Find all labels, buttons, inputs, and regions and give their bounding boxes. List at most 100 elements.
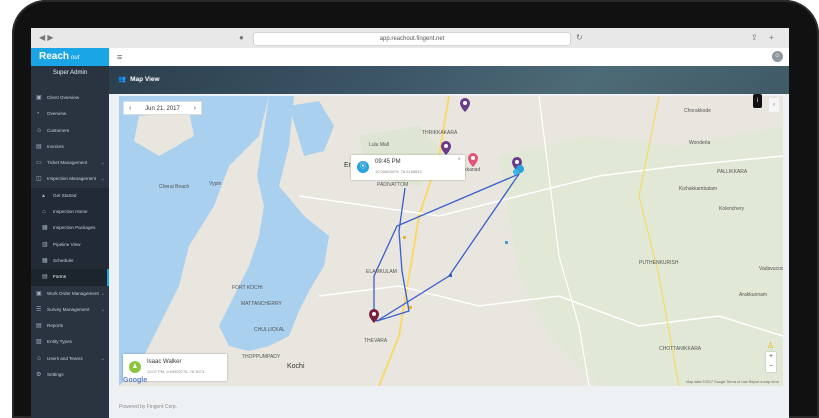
sidebar-item-label: Pipeline View bbox=[53, 241, 81, 247]
app-logo[interactable]: Reach out bbox=[31, 48, 109, 66]
map-label: Cherai Beach bbox=[159, 184, 190, 190]
sidebar-item-overview[interactable]: ◔ Overview bbox=[31, 106, 109, 122]
zoom-out-icon[interactable]: − bbox=[766, 362, 776, 372]
sidebar-item-scheduler[interactable]: ▦ Scheduler bbox=[31, 252, 109, 270]
map-label: Kochi bbox=[287, 363, 305, 370]
close-icon[interactable]: × bbox=[457, 157, 461, 163]
map-base bbox=[119, 96, 783, 386]
sidebar-item-inspection-home[interactable]: ⌂ Inspection Home bbox=[31, 204, 109, 221]
page-header: 👥 Map View bbox=[109, 66, 789, 94]
map-label: Kolenchery bbox=[719, 206, 745, 212]
selected-date: Jun 21, 2017 bbox=[145, 106, 180, 112]
sidebar-item-label: Overview bbox=[47, 111, 67, 117]
sidebar-item-label: Survey Management bbox=[47, 306, 90, 312]
map-label: Wonderla bbox=[689, 140, 711, 146]
map-label: Lulu Mall bbox=[369, 142, 390, 148]
date-picker[interactable]: ‹ Jun 21, 2017 › bbox=[123, 101, 202, 115]
zoom-control[interactable]: + − bbox=[766, 352, 776, 372]
sidebar-item-get-started[interactable]: ▴ Get Started bbox=[31, 187, 109, 205]
reload-icon[interactable]: ↻ bbox=[576, 32, 583, 44]
reports-icon: ▤ bbox=[36, 323, 42, 330]
ticket-icon: ▭ bbox=[36, 160, 42, 167]
rocket-icon: ▴ bbox=[42, 192, 46, 199]
sidebar-item-reports[interactable]: ▤ Reports bbox=[31, 318, 109, 334]
info-handle-icon[interactable]: i bbox=[753, 94, 762, 108]
prev-date-icon[interactable]: ‹ bbox=[129, 102, 131, 116]
gear-icon: ⚙ bbox=[36, 372, 42, 379]
user-name: Isaac Walker bbox=[147, 359, 182, 365]
sidebar-item-client-overview[interactable]: ▣ Client Overview bbox=[31, 90, 109, 106]
map-pin-icon[interactable] bbox=[460, 98, 470, 112]
menu-icon[interactable]: ≡ bbox=[117, 52, 122, 62]
map-label: PADIVATTOM bbox=[377, 182, 409, 188]
screen: ◀ ▶ ● app.reachout.fingent.net ↻ ⇪ + Rea… bbox=[31, 28, 789, 418]
sidebar-item-label: Reports bbox=[47, 323, 64, 329]
chevron-down-icon: ⌄ bbox=[100, 306, 105, 313]
poi-marker bbox=[403, 236, 406, 239]
forms-icon: ▤ bbox=[42, 274, 48, 281]
pipeline-icon: ▥ bbox=[42, 241, 48, 248]
sidebar-item-work-order-management[interactable]: ▣ Work Order Management ⌄ bbox=[31, 286, 109, 302]
street-view-icon[interactable]: ♙ bbox=[767, 341, 774, 350]
sidebar-item-label: Customers bbox=[47, 127, 70, 133]
sidebar-item-label: Inspection Packages bbox=[53, 225, 96, 231]
sidebar-item-pipeline-view[interactable]: ▥ Pipeline View bbox=[31, 236, 109, 253]
sidebar-item-label: Scheduler bbox=[53, 257, 74, 263]
sidebar-item-invoices[interactable]: ▤ Invoices bbox=[31, 139, 109, 155]
map-attribution[interactable]: Map data ©2017 Google Terms of Use Repor… bbox=[686, 380, 779, 384]
island bbox=[219, 221, 249, 256]
share-icon[interactable]: ⇪ bbox=[751, 32, 758, 44]
users-icon: ☺ bbox=[36, 127, 43, 134]
chevron-down-icon: ⌄ bbox=[100, 290, 105, 297]
map-label: ELAMKULAM bbox=[366, 269, 397, 275]
page-title: Map View bbox=[130, 76, 160, 83]
panel-toggle-icon[interactable]: ‹ bbox=[769, 98, 779, 112]
map-label: FORT KOCHI bbox=[232, 285, 263, 291]
river-area bbox=[289, 101, 334, 156]
browser-back-icon[interactable]: ◀ ▶ bbox=[39, 32, 54, 44]
location-icon: ⦿ bbox=[357, 161, 369, 173]
map-label: PUTHENKURISH bbox=[639, 260, 679, 266]
sidebar-item-label: Invoices bbox=[47, 143, 64, 149]
bag-icon: ▣ bbox=[36, 95, 42, 101]
sidebar-item-settings[interactable]: ⚙ Settings bbox=[31, 367, 109, 383]
cluster-marker[interactable] bbox=[513, 169, 519, 175]
chevron-down-icon: ⌄ bbox=[100, 176, 105, 183]
map-label: THEVARA bbox=[364, 338, 388, 344]
poi-marker bbox=[409, 306, 412, 309]
sidebar-item-survey-management[interactable]: ☰ Survey Management ⌄ bbox=[31, 302, 109, 318]
user-avatar-icon[interactable]: ☺ bbox=[772, 51, 783, 62]
sidebar-item-forms[interactable]: ▤ Forms bbox=[31, 269, 109, 286]
poi-marker bbox=[505, 241, 508, 244]
zoom-in-icon[interactable]: + bbox=[766, 352, 776, 362]
map-label: Kizhakkambalam bbox=[679, 186, 718, 192]
sidebar-item-users-and-teams[interactable]: ☺ Users and Teams ⌄ bbox=[31, 351, 109, 367]
info-time: 09:45 PM bbox=[375, 159, 401, 165]
sidebar-item-label: Forms bbox=[53, 274, 67, 280]
map-canvas[interactable]: ErnakulamPADIVATTOMELAMKULAMFORT KOCHIMA… bbox=[119, 96, 783, 386]
next-date-icon[interactable]: › bbox=[194, 102, 196, 116]
sidebar-item-label: Inspection Management bbox=[47, 176, 97, 182]
map-label: Vadavucode bbox=[759, 266, 783, 272]
top-bar: ≡ ☺ bbox=[109, 48, 789, 67]
map-label: Chorakkode bbox=[684, 108, 711, 114]
person-icon: ♟ bbox=[129, 361, 141, 373]
address-bar[interactable]: app.reachout.fingent.net bbox=[253, 32, 571, 46]
map-label: CHULLICKAL bbox=[254, 327, 285, 333]
sidebar-item-inspection-packages[interactable]: ▦ Inspection Packages bbox=[31, 220, 109, 237]
chevron-down-icon: ⌄ bbox=[100, 355, 105, 362]
map-pin-icon[interactable] bbox=[468, 153, 478, 167]
info-window: ⦿ 09:45 PM 10.00603479, 76.3156543 × bbox=[351, 155, 465, 180]
users-icon: 👥 bbox=[118, 76, 127, 83]
map-label: THRIKKAKARA bbox=[422, 130, 458, 136]
pie-icon: ◔ bbox=[36, 111, 40, 118]
sidebar-item-entity-types[interactable]: ▧ Entity Types bbox=[31, 334, 109, 350]
sidebar-item-ticket-management[interactable]: ▭ Ticket Management ⌄ bbox=[31, 155, 109, 171]
sidebar-item-inspection-management[interactable]: ◫ Inspection Management ⌄ bbox=[31, 171, 109, 187]
footer-text: Powered by Fingent Corp. bbox=[119, 404, 178, 410]
map-label: PALLIKKARA bbox=[717, 169, 748, 175]
sidebar-item-customers[interactable]: ☺ Customers bbox=[31, 123, 109, 139]
map-label: MATTANCHERRY bbox=[241, 301, 282, 307]
new-tab-icon[interactable]: + bbox=[769, 32, 774, 44]
map-label: THOPPUMPADY bbox=[242, 354, 281, 360]
